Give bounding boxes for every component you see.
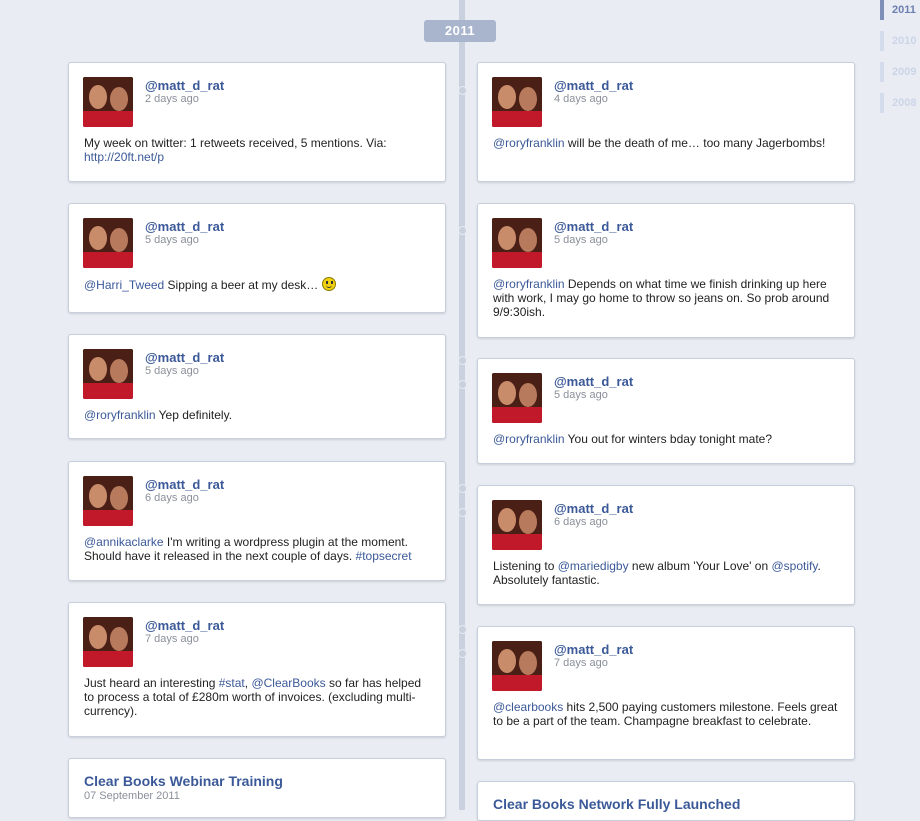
tweet-text: @roryfranklin will be the death of me… t… xyxy=(493,136,838,150)
tweet-text: @roryfranklin You out for winters bday t… xyxy=(493,432,838,446)
tweet-username[interactable]: @matt_d_rat xyxy=(145,350,224,365)
tweet-mention[interactable]: @roryfranklin xyxy=(493,432,565,446)
event-card: Clear Books Network Fully Launched xyxy=(477,781,855,821)
timeline-dot xyxy=(458,484,467,493)
avatar[interactable] xyxy=(83,218,133,268)
tweet-card: @matt_d_rat 5 days ago @Harri_Tweed Sipp… xyxy=(68,203,446,313)
timeline-spine xyxy=(459,0,465,810)
tweet-username[interactable]: @matt_d_rat xyxy=(554,642,633,657)
timeline-dot xyxy=(458,508,467,517)
timeline-dot xyxy=(458,649,467,658)
event-date: 07 September 2011 xyxy=(84,790,180,802)
tweet-mention[interactable]: @roryfranklin xyxy=(493,136,565,150)
tweet-card: @matt_d_rat 7 days ago @clearbooks hits … xyxy=(477,626,855,760)
tweet-time[interactable]: 7 days ago xyxy=(145,633,199,645)
tweet-username[interactable]: @matt_d_rat xyxy=(145,477,224,492)
tweet-username[interactable]: @matt_d_rat xyxy=(145,618,224,633)
tweet-text: @roryfranklin Depends on what time we fi… xyxy=(493,277,838,319)
avatar[interactable] xyxy=(492,218,542,268)
tweet-text: @Harri_Tweed Sipping a beer at my desk… xyxy=(84,277,434,292)
tweet-text-segment: You out for winters bday tonight mate? xyxy=(564,432,772,446)
tweet-text-segment: new album 'Your Love' on xyxy=(628,559,772,573)
year-link-2011[interactable]: 2011 xyxy=(880,0,916,20)
tweet-time[interactable]: 2 days ago xyxy=(145,93,199,105)
tweet-mention[interactable]: @ClearBooks xyxy=(251,676,325,690)
avatar[interactable] xyxy=(492,373,542,423)
year-link-2008[interactable]: 2008 xyxy=(880,93,916,113)
tweet-mention[interactable]: @mariedigby xyxy=(558,559,629,573)
tweet-username[interactable]: @matt_d_rat xyxy=(145,78,224,93)
tweet-text-segment: Just heard an interesting xyxy=(84,676,219,690)
avatar[interactable] xyxy=(83,476,133,526)
timeline-dot xyxy=(458,86,467,95)
tweet-text: @clearbooks hits 2,500 paying customers … xyxy=(493,700,838,728)
avatar[interactable] xyxy=(492,641,542,691)
avatar[interactable] xyxy=(83,77,133,127)
year-link-2009[interactable]: 2009 xyxy=(880,62,916,82)
timeline-dot xyxy=(458,380,467,389)
tweet-card: @matt_d_rat 7 days ago Just heard an int… xyxy=(68,602,446,737)
tweet-text: @roryfranklin Yep definitely. xyxy=(84,408,434,422)
tweet-mention[interactable]: @clearbooks xyxy=(493,700,563,714)
tweet-text: @annikaclarke I'm writing a wordpress pl… xyxy=(84,535,434,563)
tweet-username[interactable]: @matt_d_rat xyxy=(554,501,633,516)
avatar[interactable] xyxy=(492,500,542,550)
tweet-card: @matt_d_rat 6 days ago @annikaclarke I'm… xyxy=(68,461,446,581)
tweet-mention[interactable]: @roryfranklin xyxy=(493,277,565,291)
tweet-text: Listening to @mariedigby new album 'Your… xyxy=(493,559,838,587)
avatar[interactable] xyxy=(83,617,133,667)
tweet-time[interactable]: 6 days ago xyxy=(145,492,199,504)
tweet-mention[interactable]: @roryfranklin xyxy=(84,408,156,422)
event-title[interactable]: Clear Books Webinar Training xyxy=(84,773,283,789)
tweet-username[interactable]: @matt_d_rat xyxy=(145,219,224,234)
tweet-username[interactable]: @matt_d_rat xyxy=(554,219,633,234)
tweet-text-segment: Sipping a beer at my desk… xyxy=(164,278,322,292)
tweet-card: @matt_d_rat 2 days ago My week on twitte… xyxy=(68,62,446,182)
tweet-mention[interactable]: @spotify xyxy=(772,559,818,573)
tweet-username[interactable]: @matt_d_rat xyxy=(554,78,633,93)
tweet-card: @matt_d_rat 4 days ago @roryfranklin wil… xyxy=(477,62,855,182)
tweet-time[interactable]: 7 days ago xyxy=(554,657,608,669)
timeline-dot xyxy=(458,625,467,634)
tweet-time[interactable]: 4 days ago xyxy=(554,93,608,105)
tweet-time[interactable]: 5 days ago xyxy=(554,389,608,401)
tweet-mention[interactable]: @annikaclarke xyxy=(84,535,164,549)
tweet-card: @matt_d_rat 5 days ago @roryfranklin Dep… xyxy=(477,203,855,338)
tweet-text: Just heard an interesting #stat, @ClearB… xyxy=(84,676,434,718)
tweet-hashtag[interactable]: #topsecret xyxy=(356,549,412,563)
tweet-text-segment: Yep definitely. xyxy=(155,408,233,422)
year-badge: 2011 xyxy=(424,20,496,42)
avatar[interactable] xyxy=(492,77,542,127)
tweet-time[interactable]: 5 days ago xyxy=(554,234,608,246)
tweet-card: @matt_d_rat 5 days ago @roryfranklin You… xyxy=(477,358,855,464)
year-link-2010[interactable]: 2010 xyxy=(880,31,916,51)
timeline-dot xyxy=(458,356,467,365)
event-card: Clear Books Webinar Training 07 Septembe… xyxy=(68,758,446,818)
tweet-link[interactable]: http://20ft.net/p xyxy=(84,150,164,164)
timeline-dot xyxy=(458,226,467,235)
tweet-text: My week on twitter: 1 retweets received,… xyxy=(84,136,434,164)
tweet-card: @matt_d_rat 5 days ago @roryfranklin Yep… xyxy=(68,334,446,439)
tweet-text-segment: My week on twitter: 1 retweets received,… xyxy=(84,136,387,150)
tweet-text-segment: Listening to xyxy=(493,559,558,573)
tweet-time[interactable]: 5 days ago xyxy=(145,234,199,246)
tweet-username[interactable]: @matt_d_rat xyxy=(554,374,633,389)
tweet-card: @matt_d_rat 6 days ago Listening to @mar… xyxy=(477,485,855,605)
tweet-text-segment: will be the death of me… too many Jagerb… xyxy=(564,136,826,150)
avatar[interactable] xyxy=(83,349,133,399)
smiley-icon xyxy=(321,277,336,291)
tweet-mention[interactable]: @Harri_Tweed xyxy=(84,278,164,292)
tweet-time[interactable]: 6 days ago xyxy=(554,516,608,528)
tweet-hashtag[interactable]: #stat xyxy=(219,676,245,690)
tweet-time[interactable]: 5 days ago xyxy=(145,365,199,377)
